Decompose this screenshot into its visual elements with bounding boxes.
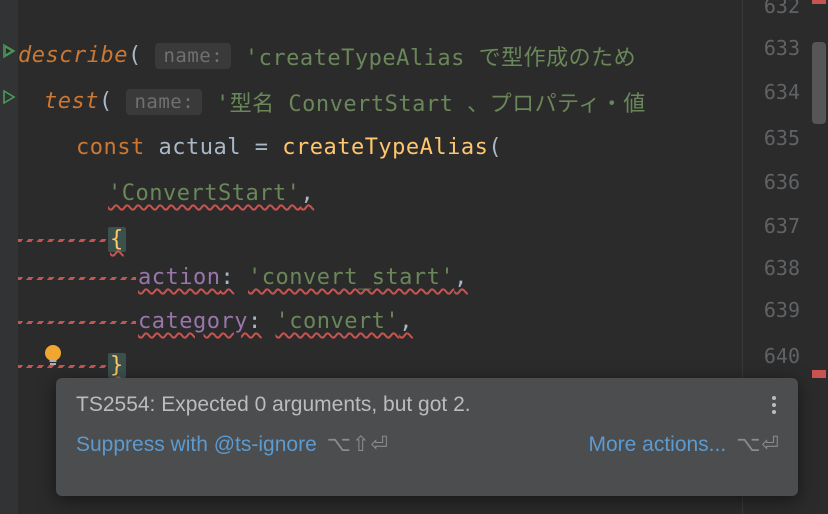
code-line[interactable]: { (108, 218, 126, 261)
describe-call: describe (18, 43, 128, 68)
code-line[interactable]: 'ConvertStart', (108, 172, 314, 215)
intention-bulb-icon[interactable] (42, 344, 64, 368)
kebab-menu-icon[interactable] (768, 392, 780, 418)
shortcut-hint: ⌥⇧⏎ (327, 432, 389, 457)
code-line[interactable]: action: 'convert_start', (138, 256, 468, 299)
code-line[interactable]: describe( name: 'createTypeAlias で型作成のため (18, 34, 636, 77)
line-number: 634 (764, 80, 800, 104)
string-literal: '型名 ConvertStart 、プロパティ・値 (216, 86, 646, 118)
suppress-action[interactable]: Suppress with @ts-ignore (76, 433, 317, 457)
error-marker[interactable] (812, 370, 826, 378)
line-number: 633 (764, 36, 800, 60)
line-number: 635 (764, 126, 800, 150)
line-number: 636 (764, 170, 800, 194)
param-hint: name: (155, 43, 231, 69)
code-line[interactable]: category: 'convert', (138, 300, 413, 343)
code-line[interactable]: test( name: '型名 ConvertStart 、プロパティ・値 (44, 80, 646, 123)
code-line[interactable]: const actual = createTypeAlias( (76, 126, 502, 169)
open-brace: { (108, 227, 126, 252)
string-literal: 'createTypeAlias で型作成のため (245, 40, 636, 72)
line-number: 640 (764, 344, 800, 368)
error-underline (18, 238, 106, 242)
more-actions[interactable]: More actions... (588, 433, 726, 457)
run-test-icon[interactable] (1, 86, 17, 102)
close-brace: } (108, 353, 126, 378)
param-hint: name: (126, 89, 202, 115)
error-stripe[interactable] (810, 0, 828, 514)
shortcut-hint: ⌥⏎ (736, 432, 780, 457)
scrollbar-thumb[interactable] (812, 42, 826, 124)
run-test-icon[interactable] (1, 40, 17, 56)
string-arg-error: 'ConvertStart' (108, 181, 300, 206)
error-underline (18, 276, 136, 280)
line-number: 632 (764, 0, 800, 18)
line-number: 639 (764, 298, 800, 322)
function-call: createTypeAlias (282, 135, 488, 160)
error-marker[interactable] (812, 0, 826, 4)
error-message: TS2554: Expected 0 arguments, but got 2. (76, 393, 471, 417)
error-underline (18, 320, 136, 324)
line-number: 638 (764, 256, 800, 280)
left-gutter (0, 0, 18, 514)
line-number: 637 (764, 214, 800, 238)
test-call: test (44, 89, 99, 114)
error-tooltip: TS2554: Expected 0 arguments, but got 2.… (56, 378, 798, 496)
